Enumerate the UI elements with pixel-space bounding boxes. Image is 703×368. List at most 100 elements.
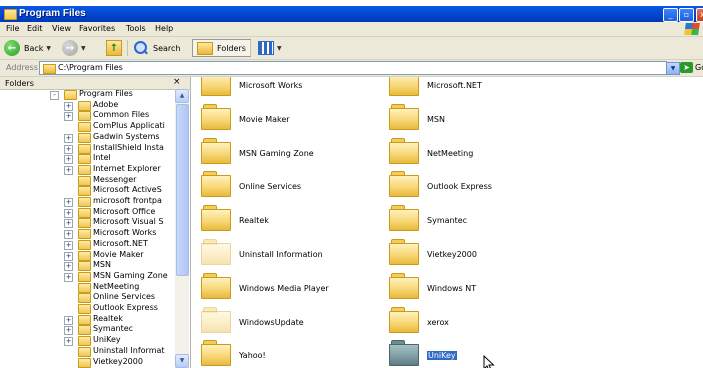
folder-item[interactable]: Symantec	[389, 205, 589, 235]
folder-icon	[78, 218, 91, 229]
tree-item[interactable]: + Microsoft Office	[0, 207, 175, 218]
tree-item[interactable]: + MSN	[0, 260, 175, 272]
expand-icon[interactable]: +	[64, 155, 73, 165]
scroll-up-button[interactable]: ▲	[175, 89, 189, 103]
expand-icon[interactable]: +	[64, 262, 73, 272]
menu-tools[interactable]: Tools	[126, 24, 146, 33]
folder-item[interactable]: Movie Maker	[201, 103, 401, 134]
folder-icon	[78, 336, 91, 347]
expand-icon[interactable]: +	[64, 208, 73, 218]
expand-icon[interactable]: +	[64, 219, 73, 229]
folder-icon	[78, 357, 91, 368]
tree-item[interactable]: + Symantec	[0, 324, 175, 336]
address-dropdown-button[interactable]: ▼	[666, 62, 680, 75]
close-pane-button[interactable]: ×	[173, 77, 181, 87]
expand-icon[interactable]: +	[64, 165, 73, 175]
tree-item[interactable]: - Program Files	[0, 89, 175, 100]
folder-item[interactable]: xerox	[389, 306, 589, 337]
folder-icon	[78, 325, 91, 336]
tree-item[interactable]: + Movie Maker	[0, 250, 175, 261]
folder-item[interactable]: NetMeeting	[389, 137, 589, 168]
folder-item[interactable]: Uninstall Information	[201, 239, 401, 269]
forward-button[interactable]: → ▼	[62, 39, 86, 57]
folder-item[interactable]: Windows NT	[389, 272, 589, 303]
collapse-icon[interactable]: -	[50, 91, 59, 100]
folder-item[interactable]: Vietkey2000	[389, 239, 589, 269]
title-bar[interactable]: Program Files _ ▫ x	[0, 6, 703, 22]
tree-item[interactable]: + UniKey	[0, 335, 175, 347]
minimize-button[interactable]: _	[663, 8, 678, 22]
expand-icon[interactable]: +	[64, 251, 73, 261]
expand-icon[interactable]: +	[64, 133, 73, 143]
tree-item[interactable]: Outlook Express	[0, 303, 175, 314]
expand-icon[interactable]: +	[64, 144, 73, 154]
folder-item[interactable]: Microsoft Works	[201, 77, 401, 100]
folder-label: MSN Gaming Zone	[239, 148, 314, 158]
expand-icon[interactable]: +	[64, 230, 73, 240]
tree-item[interactable]: + Microsoft.NET	[0, 239, 175, 250]
tree-item[interactable]: + InstallShield Insta	[0, 143, 175, 154]
close-button[interactable]: x	[696, 8, 703, 22]
expand-icon[interactable]: +	[64, 112, 73, 122]
tree-item[interactable]: + Microsoft Works	[0, 228, 175, 240]
folder-item[interactable]: MSN Gaming Zone	[201, 137, 401, 168]
go-button[interactable]: Go	[695, 63, 703, 72]
tree-item[interactable]: + microsoft frontpa	[0, 196, 175, 207]
tree-item[interactable]: + Internet Explorer	[0, 164, 175, 175]
tree-item[interactable]: Vietkey2000	[0, 357, 175, 368]
views-button[interactable]: ▼	[258, 39, 282, 57]
folder-label: Movie Maker	[239, 114, 290, 124]
folders-pane: Folders × - Program Files + Adobe + Common Fi…	[0, 77, 191, 368]
folder-item[interactable]: Online Services	[201, 171, 401, 201]
menu-help[interactable]: Help	[155, 24, 173, 33]
folder-item[interactable]: WindowsUpdate	[201, 306, 401, 337]
menu-file[interactable]: File	[6, 24, 19, 33]
tree-item[interactable]: + Realtek	[0, 314, 175, 325]
expand-icon[interactable]: +	[64, 315, 73, 325]
address-input[interactable]: C:\Program Files	[39, 61, 667, 75]
folders-button[interactable]: Folders	[192, 39, 251, 57]
folder-item[interactable]: MSN	[389, 103, 589, 134]
tree-item[interactable]: + MSN Gaming Zone	[0, 271, 175, 282]
tree-item[interactable]: NetMeeting	[0, 282, 175, 293]
folder-item[interactable]: Microsoft.NET	[389, 77, 589, 100]
up-folder-button[interactable]: ↑	[106, 39, 122, 57]
folders-label: Folders	[217, 43, 246, 53]
menu-edit[interactable]: Edit	[27, 24, 43, 33]
tree-item[interactable]: + Microsoft Visual S	[0, 217, 175, 229]
tree-item[interactable]: + Adobe	[0, 100, 175, 111]
tree-item[interactable]: Online Services	[0, 292, 175, 304]
expand-icon[interactable]: +	[64, 101, 73, 111]
expand-icon[interactable]: +	[64, 272, 73, 282]
toolbar-separator	[250, 40, 251, 56]
scroll-down-button[interactable]: ▼	[175, 354, 189, 368]
expand-icon[interactable]: +	[64, 337, 73, 347]
folder-item[interactable]: Realtek	[201, 205, 401, 235]
folder-icon	[78, 314, 91, 325]
folder-icon	[201, 239, 231, 265]
maximize-button[interactable]: ▫	[679, 8, 694, 22]
back-button[interactable]: ← Back ▼	[4, 39, 51, 57]
tree-item[interactable]: Messenger	[0, 175, 175, 186]
tree-item[interactable]: + Intel	[0, 153, 175, 165]
scroll-thumb[interactable]	[176, 104, 189, 276]
menu-view[interactable]: View	[52, 24, 71, 33]
tree-item[interactable]: + Common Files	[0, 110, 175, 122]
menu-favorites[interactable]: Favorites	[79, 24, 115, 33]
tree-scrollbar[interactable]: ▲ ▼	[175, 89, 189, 368]
tree-item[interactable]: Microsoft ActiveS	[0, 185, 175, 197]
folder-item[interactable]: Outlook Express	[389, 171, 589, 201]
expand-icon[interactable]: +	[64, 326, 73, 336]
tree-item[interactable]: ComPlus Applicati	[0, 121, 175, 133]
folder-item[interactable]: Yahoo!	[201, 340, 401, 368]
tree-item[interactable]: + Gadwin Systems	[0, 132, 175, 143]
folder-icon	[201, 340, 231, 367]
tree-item[interactable]: Uninstall Informat	[0, 346, 175, 357]
expand-icon[interactable]: +	[64, 198, 73, 207]
folder-label: WindowsUpdate	[239, 317, 304, 327]
folder-item[interactable]: Windows Media Player	[201, 272, 401, 303]
folder-icon	[43, 64, 56, 74]
expand-icon[interactable]: +	[64, 240, 73, 250]
search-button[interactable]: Search	[134, 39, 180, 57]
go-arrow-icon[interactable]: ➤	[680, 62, 693, 73]
